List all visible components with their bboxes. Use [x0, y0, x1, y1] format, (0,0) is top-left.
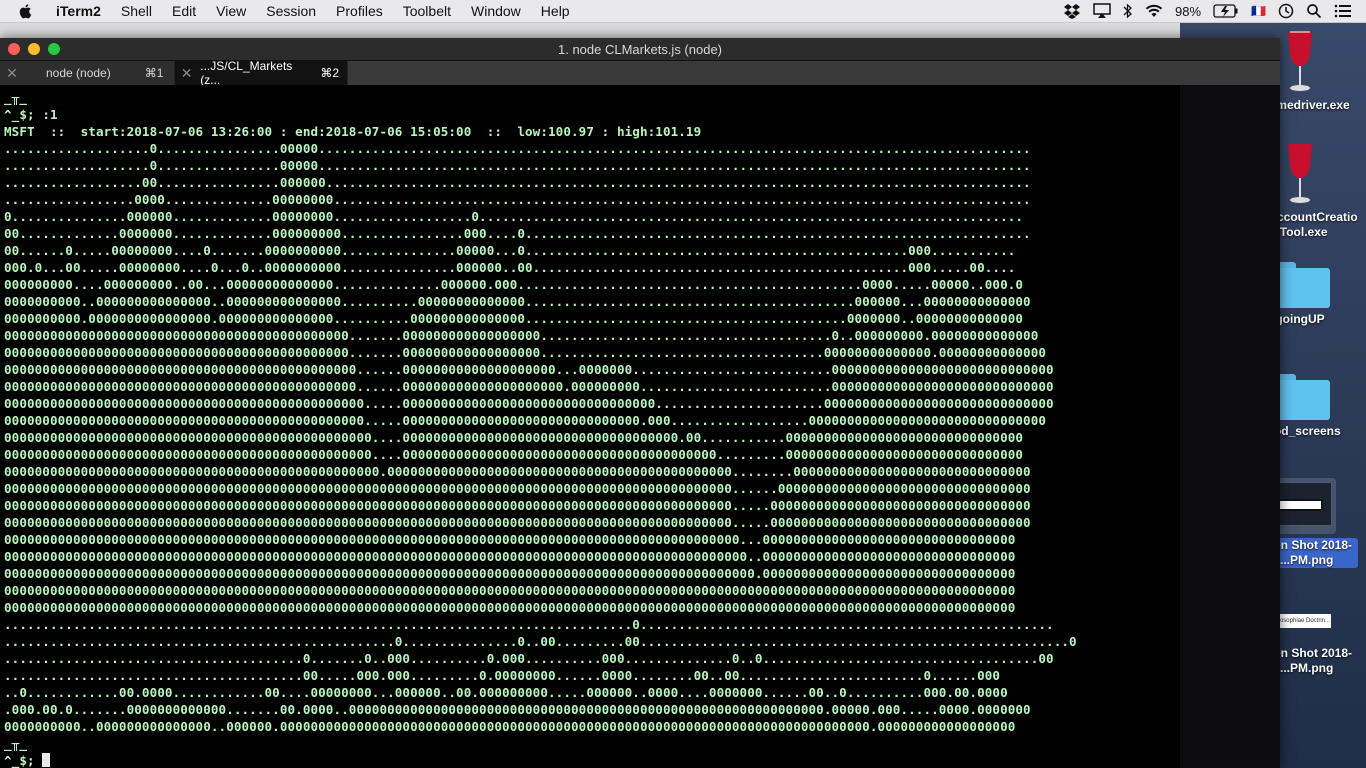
battery-icon[interactable]: [1213, 4, 1239, 18]
prompt-art-top: _╥_: [4, 90, 27, 105]
ascii-chart-row: 0000000000000000000000000000000000000000…: [4, 515, 1031, 530]
ascii-chart-row: 0000000000000000000000000000000000000000…: [4, 413, 1047, 428]
menu-bar: iTerm2 Shell Edit View Session Profiles …: [0, 0, 1366, 23]
tab-shortcut: ⌘1: [144, 66, 164, 80]
window-right-dim-area: [1180, 85, 1280, 768]
ascii-chart-row: 0000000000000000000000000000000000000000…: [4, 379, 1054, 394]
ascii-chart-row: 0...............000000.............00000…: [4, 209, 1024, 224]
ascii-chart-row: ........................................…: [4, 634, 1077, 649]
market-header: MSFT :: start:2018-07-06 13:26:00 : end:…: [4, 124, 702, 139]
iterm-window: 1. node CLMarkets.js (node) ✕ node (node…: [0, 38, 1280, 768]
close-tab-icon[interactable]: ✕: [179, 65, 194, 82]
menu-profiles[interactable]: Profiles: [326, 3, 393, 19]
status-area: 98% 🇫🇷: [1063, 3, 1366, 19]
ascii-chart-row: 0000000000000000000000000000000000000000…: [4, 396, 1054, 411]
ascii-chart-row: 000000000....000000000..00...00000000000…: [4, 277, 1024, 292]
ascii-chart: ...................0................0000…: [4, 141, 1077, 734]
zoom-window-button[interactable]: [48, 43, 60, 55]
ascii-chart-row: 0000000000000000000000000000000000000000…: [4, 566, 1016, 581]
menu-window[interactable]: Window: [461, 3, 531, 19]
ascii-chart-row: ..0............00.0000............00....…: [4, 685, 1008, 700]
ascii-chart-row: 00.............0000000.............00000…: [4, 226, 1031, 241]
tab-label: node (node): [46, 66, 111, 80]
window-title: 1. node CLMarkets.js (node): [557, 41, 723, 57]
menu-view[interactable]: View: [206, 3, 256, 19]
tab-label: ...JS/CL_Markets (z...: [200, 59, 293, 87]
prompt-art-top: _╥_: [4, 736, 27, 751]
ascii-chart-row: .................0000..............00000…: [4, 192, 1031, 207]
close-window-button[interactable]: [8, 43, 20, 55]
prompt-art-bottom: ^_$;: [4, 753, 35, 768]
tab-bar: ✕ node (node) ⌘1 ✕ ...JS/CL_Markets (z..…: [0, 59, 1280, 87]
ascii-chart-row: ...................0................0000…: [4, 141, 1031, 156]
ascii-chart-row: 0000000000000000000000000000000000000000…: [4, 498, 1031, 513]
ascii-chart-row: 00......0.....00000000....0.......000000…: [4, 243, 1016, 258]
menu-app-name[interactable]: iTerm2: [46, 3, 111, 19]
ascii-chart-row: 0000000000000000000000000000000000000000…: [4, 345, 1047, 360]
ascii-chart-row: ........................................…: [4, 617, 1054, 632]
wine-glass-icon: [1288, 31, 1312, 91]
clock-icon[interactable]: [1278, 3, 1294, 19]
menu-toolbelt[interactable]: Toolbelt: [393, 3, 461, 19]
ascii-chart-row: 0000000000000000000000000000000000000000…: [4, 583, 1016, 598]
ascii-chart-row: 0000000000..000000000000000..000000.0000…: [4, 719, 1016, 734]
menu-session[interactable]: Session: [256, 3, 326, 19]
ascii-chart-row: .......................................0…: [4, 668, 1001, 683]
ascii-chart-row: 0000000000000000000000000000000000000000…: [4, 328, 1039, 343]
ascii-chart-row: .......................................0…: [4, 651, 1054, 666]
minimize-window-button[interactable]: [28, 43, 40, 55]
notification-center-icon[interactable]: [1334, 4, 1352, 18]
tab-shortcut: ⌘2: [320, 66, 339, 80]
ascii-chart-row: 0000000000000000000000000000000000000000…: [4, 600, 1016, 615]
terminal-output[interactable]: _╥_ ^_$; :1 MSFT :: start:2018-07-06 13:…: [0, 85, 1180, 768]
desktop-icon-label: goingUP: [1275, 312, 1325, 326]
ascii-chart-row: 0000000000000000000000000000000000000000…: [4, 464, 1031, 479]
bluetooth-icon[interactable]: [1123, 3, 1133, 19]
menu-help[interactable]: Help: [531, 3, 580, 19]
tab-cl-markets[interactable]: ✕ ...JS/CL_Markets (z... ⌘2: [175, 59, 348, 87]
apple-icon[interactable]: [18, 3, 34, 19]
menu-shell[interactable]: Shell: [111, 3, 162, 19]
ascii-chart-row: 0000000000000000000000000000000000000000…: [4, 549, 1016, 564]
terminal-cursor: [42, 753, 51, 767]
ascii-chart-row: 0000000000000000000000000000000000000000…: [4, 447, 1024, 462]
menu-edit[interactable]: Edit: [162, 3, 206, 19]
wifi-icon[interactable]: [1145, 4, 1163, 18]
ascii-chart-row: ..................00................0000…: [4, 175, 1031, 190]
ascii-chart-row: 0000000000000000000000000000000000000000…: [4, 430, 1024, 445]
search-icon[interactable]: [1306, 3, 1322, 19]
close-tab-icon[interactable]: ✕: [4, 65, 20, 82]
ascii-chart-row: .000.00.0.......0000000000000.......00.0…: [4, 702, 1031, 717]
window-titlebar[interactable]: 1. node CLMarkets.js (node): [0, 38, 1280, 61]
ascii-chart-row: 0000000000.0000000000000000.000000000000…: [4, 311, 1024, 326]
ascii-chart-row: 0000000000..000000000000000..00000000000…: [4, 294, 1031, 309]
command-text: :1: [34, 107, 58, 122]
tab-node[interactable]: ✕ node (node) ⌘1: [0, 61, 175, 85]
dropbox-icon[interactable]: [1063, 3, 1081, 19]
airplay-icon[interactable]: [1093, 3, 1111, 19]
input-source-flag-icon[interactable]: 🇫🇷: [1251, 4, 1266, 18]
wine-glass-icon: [1288, 144, 1312, 203]
battery-percent: 98%: [1175, 3, 1202, 19]
ascii-chart-row: ...................0................0000…: [4, 158, 1031, 173]
ascii-chart-row: 000.0...00.....00000000....0...0..000000…: [4, 260, 1016, 275]
ascii-chart-row: 0000000000000000000000000000000000000000…: [4, 481, 1031, 496]
ascii-chart-row: 0000000000000000000000000000000000000000…: [4, 532, 1016, 547]
prompt-art-bottom: ^_$;: [4, 107, 35, 122]
ascii-chart-row: 0000000000000000000000000000000000000000…: [4, 362, 1054, 377]
